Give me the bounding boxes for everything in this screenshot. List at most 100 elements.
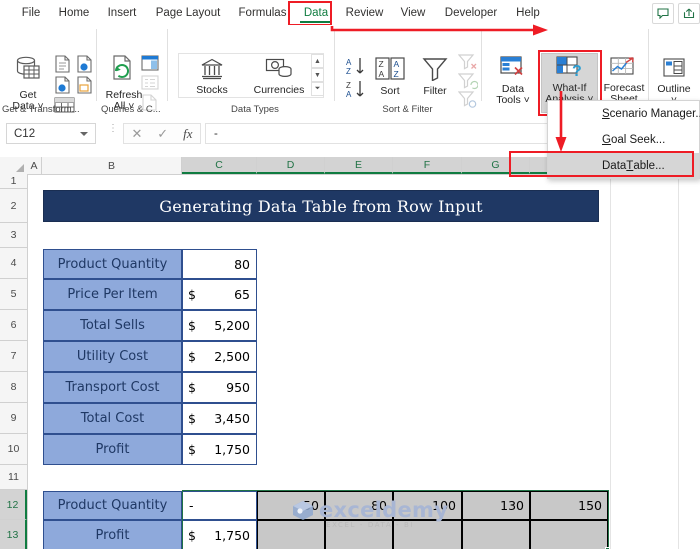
forecast-sheet-button[interactable]: Forecast Sheet (598, 56, 650, 106)
row-header-11[interactable]: 11 (0, 465, 27, 490)
cancel-icon[interactable]: ✕ (131, 126, 142, 142)
cell-b8[interactable]: Transport Cost (43, 372, 182, 403)
menu-item-goal-seek[interactable]: Goal Seek... (548, 127, 699, 153)
row-header-9[interactable]: 9 (0, 403, 27, 434)
outline-icon (662, 57, 686, 83)
row-header-3[interactable]: 3 (0, 223, 27, 248)
cell-d12-value: 50 (303, 498, 319, 513)
cell-b10[interactable]: Profit (43, 434, 182, 465)
cell-d13[interactable] (257, 520, 325, 549)
cell-b12[interactable]: Product Quantity (43, 491, 182, 520)
tab-data[interactable]: Data (293, 0, 339, 25)
what-if-analysis-menu: Scenario Manager... Goal Seek... Data Ta… (547, 100, 700, 179)
row-header-5[interactable]: 5 (0, 279, 27, 310)
queries-pane-icon[interactable] (141, 55, 159, 71)
cell-f12[interactable]: 100 (393, 491, 462, 520)
cell-b4[interactable]: Product Quantity (43, 249, 182, 279)
comment-icon[interactable] (652, 3, 674, 24)
row-header-8[interactable]: 8 (0, 372, 27, 403)
cell-g13[interactable] (462, 520, 530, 549)
cell-f13[interactable] (393, 520, 462, 549)
row-header-13-label: 13 (6, 528, 19, 541)
cell-c13[interactable]: $ 1,750 (182, 520, 257, 549)
tab-home[interactable]: Home (48, 0, 100, 25)
column-header-b[interactable]: B (42, 157, 182, 174)
tab-insert[interactable]: Insert (96, 0, 148, 25)
row-header-6[interactable]: 6 (0, 310, 27, 341)
row-header-10-label: 10 (7, 443, 20, 455)
currencies-button[interactable]: Currencies (248, 58, 310, 96)
row-header-3-label: 3 (10, 229, 17, 241)
row-header-7[interactable]: 7 (0, 341, 27, 372)
row-header-2[interactable]: 2 (0, 189, 27, 223)
formula-input-value: - (214, 127, 218, 140)
cell-b7[interactable]: Utility Cost (43, 341, 182, 372)
cell-c9[interactable]: $ 3,450 (182, 403, 257, 434)
cell-e13[interactable] (325, 520, 393, 549)
menu-item-scenario-manager[interactable]: Scenario Manager... (548, 101, 700, 127)
menu-item-data-table[interactable]: Data Table... (548, 153, 699, 179)
chevron-down-icon[interactable] (80, 132, 88, 136)
insert-function-icon[interactable]: fx (183, 126, 192, 142)
tab-help[interactable]: Help (506, 0, 550, 25)
tab-review[interactable]: Review (335, 0, 394, 25)
row-header-12[interactable]: 12 (0, 490, 27, 520)
cell-c12[interactable]: - (182, 491, 257, 520)
select-all-button[interactable] (0, 157, 28, 175)
cell-c8[interactable]: $ 950 (182, 372, 257, 403)
cell-h13[interactable] (530, 520, 608, 549)
filter-button[interactable]: Filter (414, 57, 456, 97)
cell-c6[interactable]: $ 5,200 (182, 310, 257, 341)
cell-b6[interactable]: Total Sells (43, 310, 182, 341)
column-header-e[interactable]: E (325, 157, 393, 174)
data-tools-button[interactable]: Data Tools ˅ (489, 55, 537, 107)
cell-g12[interactable]: 130 (462, 491, 530, 520)
from-web-icon[interactable] (76, 55, 93, 73)
gallery-scroll-up-button[interactable]: ▲ (311, 54, 324, 68)
formula-bar-grip[interactable]: ⋮ (108, 124, 118, 134)
sort-button[interactable]: Z A A Z Sort (370, 57, 410, 97)
recent-sources-icon[interactable] (76, 76, 93, 94)
cell-c10[interactable]: $ 1,750 (182, 434, 257, 465)
gallery-expand-button[interactable]: ⏷ (311, 82, 324, 96)
cell-b5[interactable]: Price Per Item (43, 279, 182, 310)
tab-page-layout-label: Page Layout (155, 6, 221, 19)
column-header-c[interactable]: C (182, 157, 257, 174)
row-header-13[interactable]: 13 (0, 520, 27, 549)
column-header-d[interactable]: D (257, 157, 325, 174)
cell-b13[interactable]: Profit (43, 520, 182, 549)
tab-formulas[interactable]: Formulas (228, 0, 297, 25)
sort-az-icon[interactable]: A Z (345, 56, 367, 76)
cell-c7[interactable]: $ 2,500 (182, 341, 257, 372)
enter-icon[interactable]: ✓ (157, 126, 168, 142)
currency-icon (265, 58, 293, 84)
column-header-a[interactable]: A (27, 157, 42, 174)
column-header-g[interactable]: G (462, 157, 530, 174)
sort-za-icon[interactable]: Z A (345, 79, 367, 99)
column-header-f[interactable]: F (393, 157, 462, 174)
tab-file[interactable]: File (10, 0, 52, 25)
cell-h12[interactable]: 150 (530, 491, 608, 520)
row-header-10[interactable]: 10 (0, 434, 27, 465)
row-header-4[interactable]: 4 (0, 248, 27, 279)
tab-view[interactable]: View (390, 0, 436, 25)
cell-d12[interactable]: 50 (257, 491, 325, 520)
cell-b6-text: Total Sells (80, 318, 145, 333)
from-table-icon[interactable] (54, 76, 71, 94)
what-if-analysis-button[interactable]: ? What-If Analysis ˅ (541, 56, 598, 106)
cell-c4[interactable]: 80 (182, 249, 257, 279)
cell-c5[interactable]: $ 65 (182, 279, 257, 310)
tab-page-layout[interactable]: Page Layout (144, 0, 232, 25)
gallery-scroll-down-button[interactable]: ▼ (311, 68, 324, 82)
cell-b9[interactable]: Total Cost (43, 403, 182, 434)
tab-developer[interactable]: Developer (432, 0, 510, 25)
name-box[interactable]: C12 (6, 123, 96, 144)
row-header-1[interactable]: 1 (0, 174, 27, 189)
from-text-icon[interactable] (54, 55, 71, 73)
cell-c13-value: 1,750 (214, 527, 250, 543)
column-header-c-label: C (215, 158, 223, 171)
cell-e12[interactable]: 80 (325, 491, 393, 520)
reapply-filter-icon (458, 73, 478, 90)
share-icon[interactable] (678, 3, 700, 24)
stocks-button[interactable]: Stocks (190, 58, 234, 96)
